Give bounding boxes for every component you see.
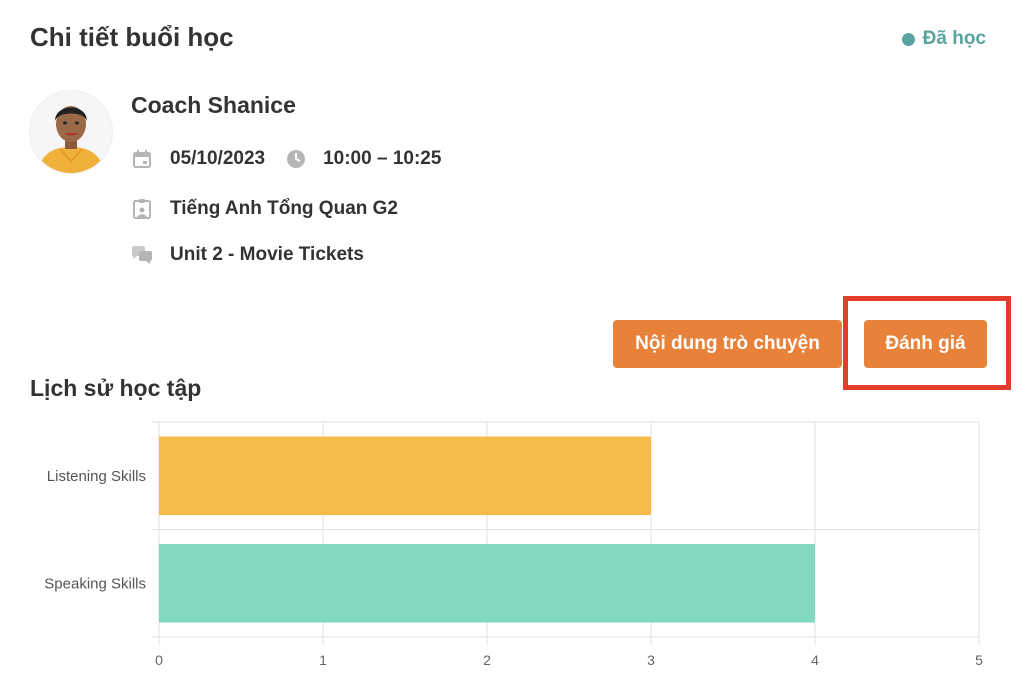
x-tick-label: 1 [319,652,327,668]
session-course-row: Tiếng Anh Tổng Quan G2 [131,198,398,220]
page-title: Chi tiết buổi học [30,22,234,52]
coach-name: Coach Shanice [131,92,296,118]
x-tick-label: 4 [811,652,819,668]
unit-name: Unit 2 - Movie Tickets [170,244,364,265]
bar-speaking-skills [159,544,815,623]
status-dot-icon [901,32,915,46]
session-date: 05/10/2023 [170,148,266,169]
x-tick-label: 0 [155,652,163,668]
history-bar-chart: 0 1 2 3 4 5 Listening Skills Speaking Skills [44,421,983,668]
history-title: Lịch sử học tập [30,375,202,401]
y-category-label: Speaking Skills [44,575,146,592]
session-unit-row: Unit 2 - Movie Tickets [131,244,364,266]
x-tick-label: 3 [647,652,655,668]
clock-icon [285,148,307,170]
avatar [30,91,112,173]
chat-bubbles-icon [131,244,153,266]
status-badge: Đã học [901,28,986,50]
session-date-time-row: 05/10/2023 10:00 – 10:25 [131,148,441,170]
rate-button[interactable]: Đánh giá [864,320,987,368]
session-time: 10:00 – 10:25 [323,148,442,169]
calendar-icon [131,148,153,170]
chat-content-button[interactable]: Nội dung trò chuyện [613,320,842,368]
course-name: Tiếng Anh Tổng Quan G2 [170,198,398,219]
bar-listening-skills [159,436,651,515]
status-label: Đã học [922,28,986,49]
course-board-icon [131,198,153,220]
x-tick-label: 2 [483,652,491,668]
y-category-label: Listening Skills [47,468,146,485]
x-tick-label: 5 [975,652,983,668]
